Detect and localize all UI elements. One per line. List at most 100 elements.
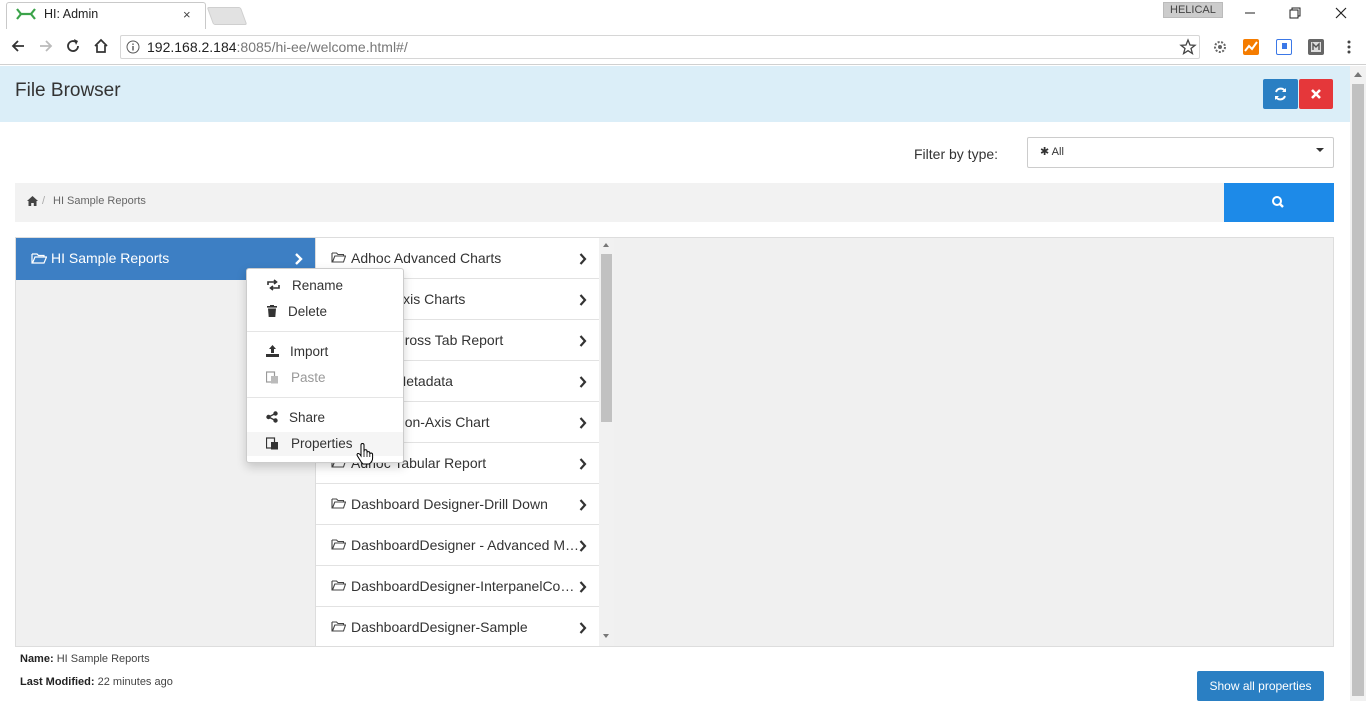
share-icon [266, 411, 278, 423]
folder-open-icon [331, 251, 346, 263]
info-modified-label: Last Modified: [20, 676, 95, 688]
preview-pane [614, 238, 1333, 646]
chevron-right-icon [579, 540, 587, 552]
menu-item-label: Properties [291, 436, 353, 451]
list-item-label: Dashboard Designer-Drill Down [351, 496, 548, 512]
menu-item-label: Rename [292, 278, 344, 293]
menu-item-label: Paste [291, 370, 326, 385]
folder-open-icon [331, 497, 346, 509]
filter-label: Filter by type: [914, 146, 999, 162]
show-all-properties-button[interactable]: Show all properties [1197, 671, 1324, 701]
minimize-icon[interactable] [1240, 4, 1260, 22]
menu-item-label: Delete [288, 304, 328, 319]
info-modified: Last Modified: 22 minutes ago [20, 676, 173, 688]
breadcrumb-separator: / [42, 195, 46, 207]
upload-icon [266, 345, 279, 357]
list-item-label: DashboardDesigner-Sample [351, 619, 528, 635]
url-text[interactable]: 192.168.2.184:8085/hi-ee/welcome.html#/ [147, 39, 408, 55]
tab-title: HI: Admin [44, 7, 99, 21]
breadcrumb-current[interactable]: HI Sample Reports [53, 195, 146, 207]
menu-divider [247, 331, 403, 332]
chevron-right-icon [294, 253, 303, 265]
helical-favicon-icon [16, 8, 36, 20]
chevron-right-icon [579, 335, 587, 347]
url-host: 192.168.2.184 [147, 39, 237, 55]
home-button-icon[interactable] [92, 37, 110, 55]
list-item-label: DashboardDesigner - Advanced Metrics [351, 537, 581, 553]
menu-item-share[interactable]: Share [247, 406, 403, 430]
forward-icon[interactable] [37, 37, 55, 55]
folder-open-icon [331, 620, 346, 632]
retweet-icon [266, 279, 281, 291]
menu-item-paste[interactable]: Paste [247, 366, 403, 390]
filter-selected-value: ✱ All [1040, 146, 1064, 158]
menu-item-import[interactable]: Import [247, 340, 403, 364]
info-name-value: HI Sample Reports [56, 653, 150, 665]
copy-icon [266, 437, 279, 450]
page-title: File Browser [15, 80, 121, 101]
extension-gear-icon[interactable] [1212, 39, 1228, 55]
menu-item-rename[interactable]: Rename [247, 274, 403, 298]
menu-item-label: Import [290, 344, 329, 359]
close-panel-button[interactable] [1299, 79, 1333, 109]
restore-icon[interactable] [1285, 4, 1305, 22]
info-name: Name: HI Sample Reports [20, 653, 150, 665]
profile-badge[interactable]: HELICAL [1163, 2, 1223, 18]
chevron-right-icon [579, 294, 587, 306]
refresh-icon [1275, 87, 1286, 101]
window-close-icon[interactable] [1331, 4, 1351, 22]
bookmark-star-icon[interactable] [1179, 38, 1197, 56]
context-menu: Rename Delete Import Paste Share Propert… [246, 268, 404, 463]
chevron-right-icon [579, 417, 587, 429]
info-icon[interactable] [126, 40, 140, 54]
chevron-right-icon [579, 581, 587, 593]
breadcrumb [15, 183, 1224, 222]
browser-menu-icon[interactable] [1341, 39, 1357, 55]
scroll-down-arrow-icon[interactable] [603, 634, 609, 638]
page-scroll-up-arrow-icon[interactable] [1354, 72, 1362, 77]
list-item-label: Adhoc Advanced Charts [351, 250, 502, 266]
hand-cursor-icon [356, 443, 374, 465]
extension-window-icon[interactable] [1276, 39, 1292, 55]
chevron-right-icon [579, 622, 587, 634]
folder-open-icon [331, 579, 346, 591]
chevron-right-icon [579, 253, 587, 265]
menu-item-delete[interactable]: Delete [247, 300, 403, 324]
page-scrollbar-thumb[interactable] [1352, 84, 1364, 696]
tab-close-icon[interactable]: × [183, 8, 191, 21]
scrollbar-thumb[interactable] [601, 254, 612, 422]
url-path: :8085/hi-ee/welcome.html#/ [236, 39, 408, 55]
browser-tab[interactable] [6, 2, 206, 29]
paste-icon [266, 371, 279, 384]
trash-icon [267, 305, 277, 317]
app-header [0, 66, 1350, 122]
reload-icon[interactable] [64, 37, 82, 55]
chevron-right-icon [579, 376, 587, 388]
extension-chart-icon[interactable] [1243, 39, 1259, 55]
list-item-label: DashboardDesigner-InterpanelCommunicatio… [351, 578, 581, 594]
chevron-right-icon [579, 458, 587, 470]
list-item[interactable]: Dashboard Designer-Drill Down [316, 484, 599, 525]
folder-open-icon [331, 538, 346, 550]
scroll-up-arrow-icon[interactable] [603, 243, 609, 247]
filter-type-select[interactable] [1027, 137, 1334, 168]
home-icon[interactable] [27, 196, 38, 206]
menu-item-properties[interactable]: Properties [247, 432, 403, 456]
menu-item-label: Share [289, 410, 326, 425]
refresh-button[interactable] [1263, 79, 1298, 109]
new-tab-button[interactable] [206, 7, 248, 25]
search-icon [1272, 196, 1284, 208]
extension-m-icon[interactable] [1308, 39, 1324, 55]
selected-folder-label: HI Sample Reports [51, 250, 170, 266]
menu-divider [247, 397, 403, 398]
close-icon [1311, 89, 1321, 99]
list-item[interactable]: DashboardDesigner-InterpanelCommunicatio… [316, 566, 599, 607]
info-name-label: Name: [20, 653, 54, 665]
list-item[interactable]: DashboardDesigner-Sample [316, 607, 599, 646]
back-icon[interactable] [9, 37, 27, 55]
folder-open-icon [31, 252, 47, 264]
list-item[interactable]: DashboardDesigner - Advanced Metrics [316, 525, 599, 566]
chevron-down-icon [1316, 148, 1324, 152]
search-button[interactable] [1224, 183, 1334, 222]
chevron-right-icon [579, 499, 587, 511]
